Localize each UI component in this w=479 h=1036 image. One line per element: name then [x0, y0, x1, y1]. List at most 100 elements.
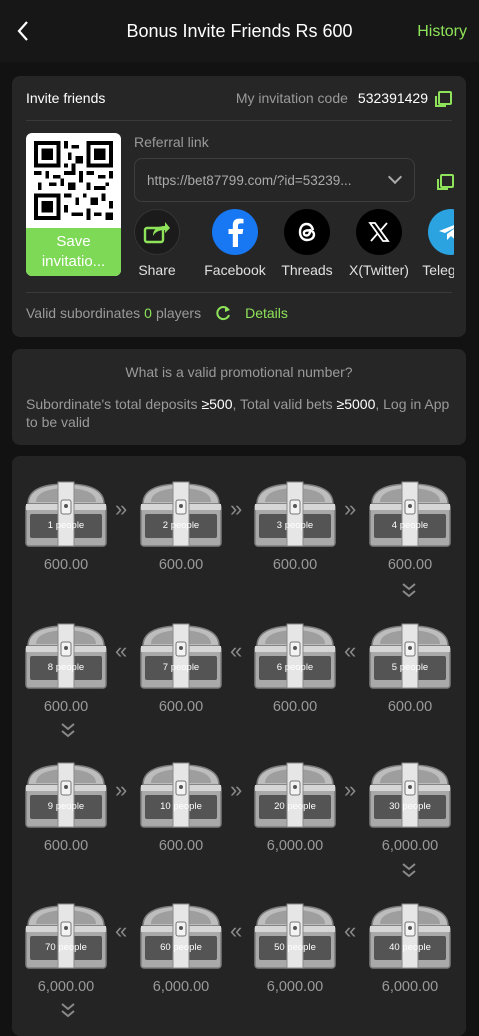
reward-amount: 6,000.00 — [266, 838, 324, 854]
chest-people-label: 4 people — [391, 520, 429, 531]
double-chevron-left-icon: « — [230, 918, 243, 943]
facebook-icon — [212, 209, 258, 255]
reward-chest-icon[interactable]: 10 people — [137, 759, 225, 831]
reward-chest-icon[interactable]: 30 people — [366, 759, 454, 831]
chest-people-label: 2 people — [162, 520, 200, 531]
reward-amount: 600.00 — [272, 699, 318, 715]
valid-subordinates-row: Valid subordinates 0 players Details — [26, 305, 288, 321]
telegram-icon — [428, 209, 454, 255]
double-chevron-down-icon — [402, 863, 416, 878]
chest-people-label: 50 people — [274, 942, 316, 953]
double-chevron-down-icon — [61, 723, 75, 738]
double-chevron-right-icon: » — [115, 496, 128, 521]
reward-chest-icon[interactable]: 6 people — [251, 620, 339, 692]
reward-chest-icon[interactable]: 20 people — [251, 759, 339, 831]
reward-amount: 600.00 — [158, 557, 204, 573]
reward-amount: 600.00 — [387, 557, 433, 573]
chest-people-label: 6 people — [276, 662, 314, 673]
double-chevron-down-icon — [402, 583, 416, 598]
reward-chest-icon[interactable]: 40 people — [366, 900, 454, 972]
chevron-down-icon[interactable] — [387, 169, 403, 185]
reward-amount: 600.00 — [43, 699, 89, 715]
reward-chest-icon[interactable]: 50 people — [251, 900, 339, 972]
chest-people-label: 70 people — [45, 942, 87, 953]
copy-link-icon[interactable] — [437, 174, 454, 190]
double-chevron-right-icon: » — [230, 496, 243, 521]
reward-amount: 600.00 — [158, 699, 204, 715]
facebook-button[interactable]: Facebook — [195, 209, 275, 278]
bet-threshold: ≥5000 — [336, 396, 376, 412]
double-chevron-left-icon: « — [230, 638, 243, 663]
double-chevron-left-icon: « — [115, 918, 128, 943]
chest-people-label: 9 people — [47, 801, 85, 812]
reward-chest-icon[interactable]: 1 people — [22, 478, 110, 550]
info-text: , Total valid bets — [232, 396, 337, 412]
referral-link-label: Referral link — [134, 134, 209, 150]
facebook-label: Facebook — [204, 262, 266, 278]
chest-people-label: 10 people — [160, 801, 202, 812]
reward-amount: 6,000.00 — [381, 838, 439, 854]
info-answer: Subordinate's total deposits ≥500, Total… — [26, 395, 452, 431]
reward-chest-icon[interactable]: 70 people — [22, 900, 110, 972]
refresh-icon[interactable] — [215, 305, 231, 321]
valid-subordinates-label: Valid subordinates — [26, 305, 141, 321]
info-card: What is a valid promotional number? Subo… — [12, 349, 466, 445]
double-chevron-left-icon: « — [115, 638, 128, 663]
save-label: Save — [56, 233, 91, 250]
telegram-button[interactable]: Telegram — [411, 209, 454, 278]
referral-link-value: https://bet87799.com/?id=53239... — [147, 172, 352, 188]
telegram-label: Telegram — [422, 262, 454, 278]
double-chevron-down-icon — [61, 1003, 75, 1018]
reward-chest-icon[interactable]: 7 people — [137, 620, 225, 692]
double-chevron-left-icon: « — [344, 638, 357, 663]
chest-people-label: 1 people — [47, 520, 85, 531]
x-icon — [356, 209, 402, 255]
reward-amount: 6,000.00 — [37, 979, 95, 995]
reward-amount: 6,000.00 — [152, 979, 210, 995]
reward-amount: 600.00 — [158, 838, 204, 854]
details-link[interactable]: Details — [245, 305, 288, 321]
reward-amount: 600.00 — [387, 699, 433, 715]
threads-label: Threads — [281, 262, 333, 278]
double-chevron-right-icon: » — [230, 777, 243, 802]
reward-amount: 600.00 — [43, 557, 89, 573]
invitation-code-label: My invitation code — [235, 90, 348, 106]
reward-chest-icon[interactable]: 2 people — [137, 478, 225, 550]
page-title: Bonus Invite Friends Rs 600 — [126, 20, 353, 41]
double-chevron-left-icon: « — [344, 918, 357, 943]
chest-people-label: 8 people — [47, 662, 85, 673]
share-row: Share Facebook Threads X(Twitter) Telegr… — [134, 209, 454, 279]
double-chevron-right-icon: » — [344, 496, 357, 521]
copy-code-icon[interactable] — [435, 91, 452, 107]
save-invitation-button[interactable]: Save invitatio... — [26, 228, 121, 276]
chest-people-label: 7 people — [162, 662, 200, 673]
x-twitter-button[interactable]: X(Twitter) — [339, 209, 419, 278]
invite-card: Invite friends My invitation code 532391… — [12, 76, 466, 337]
reward-chest-icon[interactable]: 60 people — [137, 900, 225, 972]
reward-chest-icon[interactable]: 5 people — [366, 620, 454, 692]
deposit-threshold: ≥500 — [201, 396, 233, 412]
back-arrow-icon[interactable] — [12, 18, 36, 44]
top-bar: Bonus Invite Friends Rs 600 History — [0, 0, 479, 62]
share-button[interactable]: Share — [134, 209, 197, 278]
referral-link-field[interactable]: https://bet87799.com/?id=53239... — [134, 158, 415, 202]
invite-friends-label: Invite friends — [26, 90, 106, 106]
reward-chest-icon[interactable]: 9 people — [22, 759, 110, 831]
chest-people-label: 40 people — [389, 942, 431, 953]
chest-people-label: 60 people — [160, 942, 202, 953]
reward-chest-icon[interactable]: 4 people — [366, 478, 454, 550]
reward-amount: 600.00 — [272, 557, 318, 573]
history-link[interactable]: History — [417, 23, 467, 41]
chest-people-label: 20 people — [274, 801, 316, 812]
reward-amount: 6,000.00 — [266, 979, 324, 995]
invitation-code: 532391429 — [357, 90, 428, 106]
x-twitter-label: X(Twitter) — [349, 262, 409, 278]
reward-chest-icon[interactable]: 3 people — [251, 478, 339, 550]
chest-people-label: 5 people — [391, 662, 429, 673]
reward-chest-icon[interactable]: 8 people — [22, 620, 110, 692]
qr-card: Save invitatio... — [26, 133, 121, 276]
threads-button[interactable]: Threads — [267, 209, 347, 278]
qr-code-icon — [34, 141, 113, 220]
double-chevron-right-icon: » — [115, 777, 128, 802]
info-text: Subordinate's total deposits — [26, 396, 202, 412]
